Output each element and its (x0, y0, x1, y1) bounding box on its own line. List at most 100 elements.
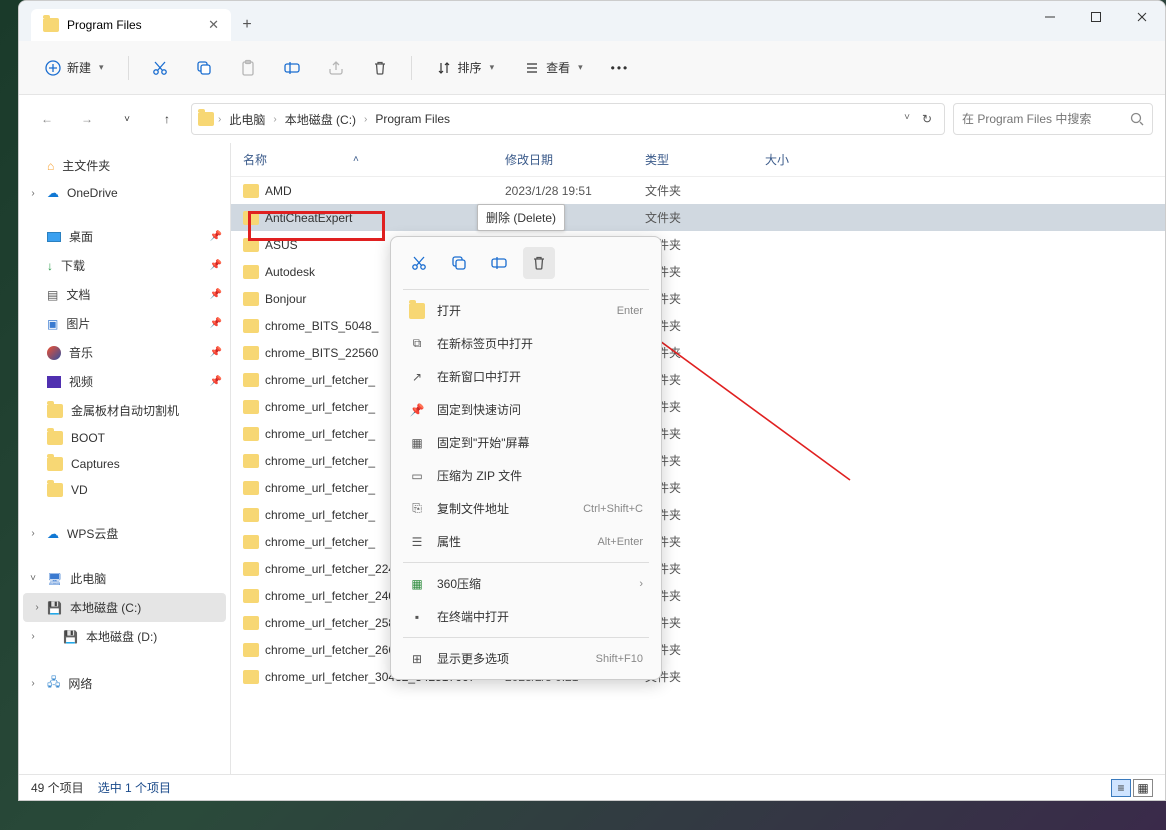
file-row[interactable]: ASUS文件夹 (231, 231, 1165, 258)
sidebar-music[interactable]: 音乐📌 (19, 338, 230, 367)
more-button[interactable]: ••• (603, 55, 638, 81)
expand-icon[interactable]: › (27, 678, 39, 689)
sidebar-documents[interactable]: ▤文档📌 (19, 280, 230, 309)
new-button[interactable]: 新建 ▾ (35, 53, 114, 82)
context-copy-button[interactable] (443, 247, 475, 279)
context-show-more[interactable]: ⊞显示更多选项Shift+F10 (395, 642, 657, 675)
tab-active[interactable]: Program Files ✕ (31, 9, 231, 41)
rename-button[interactable] (275, 53, 309, 83)
sidebar-desktop[interactable]: 桌面📌 (19, 222, 230, 251)
search-box[interactable] (953, 103, 1153, 135)
context-properties[interactable]: ☰属性Alt+Enter (395, 525, 657, 558)
file-row[interactable]: chrome_url_fetcher_30432_3425176672023/2… (231, 663, 1165, 690)
file-row[interactable]: chrome_url_fetcher_24044_9637258562023/1… (231, 582, 1165, 609)
breadcrumb-folder[interactable]: Program Files (371, 110, 454, 128)
sidebar-home[interactable]: ⌂主文件夹 (19, 151, 230, 180)
context-pin-quick[interactable]: 📌固定到快速访问 (395, 393, 657, 426)
folder-icon (47, 404, 63, 418)
breadcrumb-box[interactable]: › 此电脑 › 本地磁盘 (C:) › Program Files ˅ ↻ (191, 103, 945, 135)
file-row[interactable]: chrome_BITS_22560文件夹 (231, 339, 1165, 366)
sidebar-onedrive[interactable]: ›☁OneDrive (19, 180, 230, 206)
back-button[interactable]: ← (31, 103, 63, 135)
sidebar-downloads[interactable]: ↓下载📌 (19, 251, 230, 280)
up-button[interactable]: ↑ (151, 103, 183, 135)
context-open-newwin[interactable]: ↗在新窗口中打开 (395, 360, 657, 393)
sort-button[interactable]: 排序 ▾ (426, 53, 505, 82)
context-open-terminal[interactable]: ▪在终端中打开 (395, 600, 657, 633)
file-row[interactable]: AMD2023/1/28 19:51文件夹 (231, 177, 1165, 204)
separator (128, 56, 129, 80)
search-input[interactable] (962, 112, 1122, 126)
file-row[interactable]: chrome_url_fetcher_文件夹 (231, 366, 1165, 393)
icons-view-button[interactable]: ▦ (1133, 779, 1153, 797)
column-date[interactable]: 修改日期 (505, 151, 645, 168)
details-view-button[interactable]: ≡ (1111, 779, 1131, 797)
sidebar-videos[interactable]: 视频📌 (19, 367, 230, 396)
file-row[interactable]: AntiCheatExpert文件夹 (231, 204, 1165, 231)
context-pin-start[interactable]: ▦固定到"开始"屏幕 (395, 426, 657, 459)
expand-icon[interactable]: › (27, 631, 39, 642)
expand-icon[interactable]: › (27, 188, 39, 199)
column-type[interactable]: 类型 (645, 151, 765, 168)
sidebar-pictures[interactable]: ▣图片📌 (19, 309, 230, 338)
network-icon: 🖧 (47, 673, 60, 694)
context-open[interactable]: 打开Enter (395, 294, 657, 327)
column-name[interactable]: 名称˄ (243, 151, 505, 168)
collapse-icon[interactable]: ˅ (27, 573, 39, 584)
context-360zip[interactable]: ▦360压缩› (395, 567, 657, 600)
paste-button[interactable] (231, 53, 265, 83)
column-headers[interactable]: 名称˄ 修改日期 类型 大小 (231, 143, 1165, 177)
context-copy-path[interactable]: ⎘复制文件地址Ctrl+Shift+C (395, 492, 657, 525)
view-button[interactable]: 查看 ▾ (514, 53, 593, 82)
delete-button[interactable] (363, 53, 397, 83)
recent-locations-button[interactable]: ˅ (111, 103, 143, 135)
file-row[interactable]: chrome_url_fetcher_25896_446389872023/1/… (231, 609, 1165, 636)
copy-button[interactable] (187, 53, 221, 83)
file-row[interactable]: chrome_url_fetcher_22408_10677873812023/… (231, 555, 1165, 582)
file-row[interactable]: Autodesk文件夹 (231, 258, 1165, 285)
file-row[interactable]: chrome_url_fetcher_文件夹 (231, 501, 1165, 528)
sidebar-thispc[interactable]: ˅🖥此电脑 (19, 564, 230, 593)
sidebar-folder-captures[interactable]: Captures (19, 451, 230, 477)
forward-button[interactable]: → (71, 103, 103, 135)
file-row[interactable]: chrome_url_fetcher_文件夹 (231, 528, 1165, 555)
file-row[interactable]: chrome_url_fetcher_文件夹 (231, 393, 1165, 420)
share-button[interactable] (319, 53, 353, 83)
context-open-newtab[interactable]: ⧉在新标签页中打开 (395, 327, 657, 360)
breadcrumb-drive[interactable]: 本地磁盘 (C:) (281, 109, 360, 130)
expand-icon[interactable]: › (27, 528, 39, 539)
context-delete-button[interactable] (523, 247, 555, 279)
file-row[interactable]: Bonjour文件夹 (231, 285, 1165, 312)
file-row[interactable]: chrome_url_fetcher_文件夹 (231, 447, 1165, 474)
context-rename-button[interactable] (483, 247, 515, 279)
chevron-right-icon: › (273, 114, 276, 125)
sidebar-folder-vd[interactable]: VD (19, 477, 230, 503)
sidebar-drive-d[interactable]: ›💾本地磁盘 (D:) (19, 622, 230, 651)
history-dropdown-icon[interactable]: ˅ (904, 112, 910, 126)
file-row[interactable]: chrome_BITS_5048_文件夹 (231, 312, 1165, 339)
close-button[interactable] (1119, 1, 1165, 33)
sidebar-drive-c[interactable]: ›💾本地磁盘 (C:) (23, 593, 226, 622)
file-row[interactable]: chrome_url_fetcher_26600_9290734262023/1… (231, 636, 1165, 663)
cut-button[interactable] (143, 53, 177, 83)
context-compress-zip[interactable]: ▭压缩为 ZIP 文件 (395, 459, 657, 492)
column-size[interactable]: 大小 (765, 151, 1153, 168)
sidebar-network[interactable]: ›🖧网络 (19, 667, 230, 700)
sidebar-wps[interactable]: ›☁WPS云盘 (19, 519, 230, 548)
tab-strip: Program Files ✕ + (19, 1, 263, 41)
sidebar-folder-metalcut[interactable]: 金属板材自动切割机 (19, 396, 230, 425)
file-row[interactable]: chrome_url_fetcher_文件夹 (231, 420, 1165, 447)
minimize-button[interactable] (1027, 1, 1073, 33)
breadcrumb-thispc[interactable]: 此电脑 (225, 109, 269, 130)
maximize-button[interactable] (1073, 1, 1119, 33)
file-type: 文件夹 (645, 344, 765, 361)
refresh-button[interactable]: ↻ (922, 112, 932, 126)
folder-icon (243, 481, 259, 495)
new-tab-button[interactable]: + (231, 9, 263, 41)
file-name: Autodesk (265, 265, 315, 279)
file-row[interactable]: chrome_url_fetcher_文件夹 (231, 474, 1165, 501)
sidebar-folder-boot[interactable]: BOOT (19, 425, 230, 451)
close-tab-icon[interactable]: ✕ (208, 17, 219, 33)
context-cut-button[interactable] (403, 247, 435, 279)
expand-icon[interactable]: › (31, 602, 43, 613)
